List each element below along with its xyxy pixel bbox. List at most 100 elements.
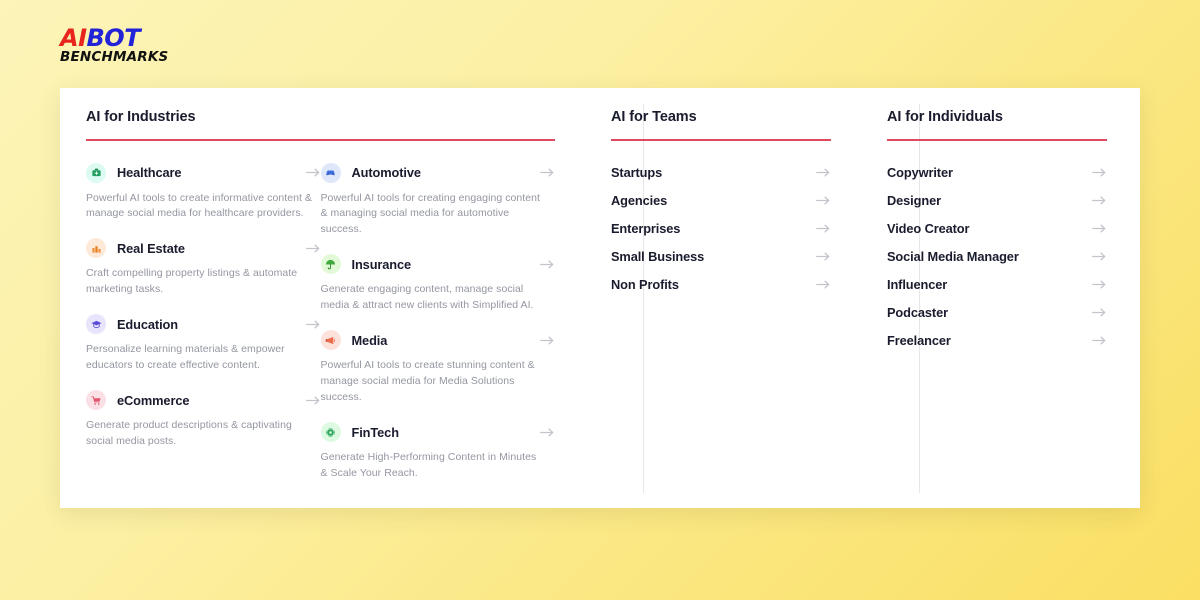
individuals-item-freelancer[interactable]: Freelancer [887, 327, 1107, 355]
title-underline-individuals [887, 138, 1107, 141]
column-title-individuals: AI for Individuals [887, 109, 1003, 125]
logo-wordmark-top: AIBOT [60, 26, 168, 50]
title-underline-teams [611, 138, 831, 141]
arrow-right-icon [1092, 250, 1107, 263]
individuals-item-label: Social Media Manager [887, 249, 1019, 264]
title-underline-industries [86, 138, 555, 141]
industry-head[interactable]: eCommerce [86, 390, 321, 411]
teams-link-list: Startups Agencies Enterprises Small Busi… [611, 159, 831, 299]
megaphone-icon [320, 330, 341, 351]
individuals-item-copywriter[interactable]: Copywriter [887, 159, 1107, 187]
teams-item-label: Non Profits [611, 277, 679, 292]
mega-menu-panel: AI for Industries Healthcare Powerful AI… [60, 88, 1140, 508]
arrow-right-icon [1092, 306, 1107, 319]
industry-description: Personalize learning materials & empower… [86, 343, 285, 372]
individuals-item-label: Podcaster [887, 305, 948, 320]
logo-text-benchmarks: BENCHMARKS [60, 49, 169, 65]
individuals-item-designer[interactable]: Designer [887, 187, 1107, 215]
site-logo[interactable]: AIBOT BENCHMARKS [60, 26, 168, 65]
car-icon [320, 162, 341, 183]
industry-head[interactable]: Media [320, 330, 556, 351]
column-title-industries: AI for Industries [86, 109, 196, 125]
industry-label: Real Estate [117, 240, 185, 256]
industry-item-ecommerce[interactable]: eCommerce Generate product descriptions … [86, 390, 321, 450]
teams-item-non-profits[interactable]: Non Profits [611, 271, 831, 299]
medical-bag-icon [86, 162, 106, 183]
arrow-right-icon [305, 166, 321, 179]
industries-grid: Healthcare Powerful AI tools to create i… [86, 162, 556, 499]
industry-item-insurance[interactable]: Insurance Generate engaging content, man… [320, 254, 556, 314]
arrow-right-icon [1092, 334, 1107, 347]
menu-column-industries: AI for Industries Healthcare Powerful AI… [60, 88, 583, 508]
arrow-right-icon [1092, 166, 1107, 179]
teams-item-agencies[interactable]: Agencies [611, 187, 831, 215]
industry-label: Insurance [351, 256, 412, 272]
industry-head[interactable]: Automotive [320, 162, 556, 183]
industry-description: Powerful AI tools to create stunning con… [320, 359, 535, 404]
industry-head[interactable]: Education [86, 314, 321, 335]
industry-label: FinTech [351, 424, 400, 440]
arrow-right-icon [305, 394, 321, 407]
teams-item-label: Agencies [611, 193, 668, 208]
industry-head[interactable]: FinTech [320, 422, 556, 443]
industry-item-fintech[interactable]: FinTech Generate High-Performing Content… [320, 422, 556, 482]
arrow-right-icon [305, 242, 321, 255]
industry-item-real-estate[interactable]: Real Estate Craft compelling property li… [86, 238, 321, 298]
industries-subcolumn-left: Healthcare Powerful AI tools to create i… [86, 162, 321, 499]
individuals-item-label: Influencer [887, 277, 948, 292]
arrow-right-icon [540, 258, 555, 271]
individuals-item-label: Freelancer [887, 333, 951, 348]
arrow-right-icon [540, 166, 555, 179]
industries-subcolumn-right: Automotive Powerful AI tools for creatin… [320, 162, 556, 499]
column-title-teams: AI for Teams [611, 109, 697, 125]
industry-item-media[interactable]: Media Powerful AI tools to create stunni… [320, 330, 556, 406]
teams-item-enterprises[interactable]: Enterprises [611, 215, 831, 243]
arrow-right-icon [816, 194, 831, 207]
industry-item-automotive[interactable]: Automotive Powerful AI tools for creatin… [320, 162, 556, 239]
individuals-item-label: Copywriter [887, 165, 953, 180]
industry-description: Craft compelling property listings & aut… [86, 267, 298, 296]
shopping-cart-icon [86, 390, 106, 411]
industry-description: Powerful AI tools for creating engaging … [320, 191, 540, 236]
teams-item-label: Enterprises [611, 221, 681, 236]
logo-text-bot: BOT [86, 24, 141, 52]
industry-head[interactable]: Real Estate [86, 238, 321, 259]
industry-label: eCommerce [117, 392, 190, 408]
arrow-right-icon [1092, 194, 1107, 207]
teams-item-startups[interactable]: Startups [611, 159, 831, 187]
industry-label: Healthcare [117, 165, 182, 180]
individuals-item-podcaster[interactable]: Podcaster [887, 299, 1107, 327]
individuals-item-influencer[interactable]: Influencer [887, 271, 1107, 299]
industry-label: Education [117, 316, 178, 332]
chip-icon [320, 422, 341, 443]
arrow-right-icon [816, 166, 831, 179]
industry-head[interactable]: Insurance [320, 254, 556, 275]
graduation-cap-icon [86, 314, 106, 335]
individuals-item-label: Designer [887, 193, 941, 208]
arrow-right-icon [305, 318, 321, 331]
logo-text-ai: AI [60, 24, 87, 52]
teams-item-small-business[interactable]: Small Business [611, 243, 831, 271]
arrow-right-icon [816, 250, 831, 263]
arrow-right-icon [816, 278, 831, 291]
individuals-link-list: Copywriter Designer Video Creator Social… [887, 159, 1112, 355]
industry-label: Automotive [351, 165, 421, 180]
individuals-item-label: Video Creator [887, 221, 970, 236]
arrow-right-icon [540, 334, 555, 347]
individuals-item-video-creator[interactable]: Video Creator [887, 215, 1107, 243]
industry-item-healthcare[interactable]: Healthcare Powerful AI tools to create i… [86, 162, 321, 223]
teams-item-label: Small Business [611, 249, 705, 264]
industry-head[interactable]: Healthcare [86, 162, 321, 183]
industry-description: Powerful AI tools to create informative … [86, 191, 312, 220]
menu-column-teams: AI for Teams Startups Agencies Enterpris… [583, 88, 859, 508]
industry-description: Generate product descriptions & captivat… [86, 419, 292, 448]
teams-item-label: Startups [611, 165, 663, 180]
individuals-item-social-media-manager[interactable]: Social Media Manager [887, 243, 1107, 271]
building-icon [86, 238, 106, 259]
arrow-right-icon [540, 426, 555, 439]
umbrella-icon [320, 254, 341, 275]
industry-description: Generate High-Performing Content in Minu… [320, 451, 537, 480]
arrow-right-icon [1092, 222, 1107, 235]
industry-item-education[interactable]: Education Personalize learning materials… [86, 314, 321, 374]
industry-description: Generate engaging content, manage social… [320, 283, 534, 312]
